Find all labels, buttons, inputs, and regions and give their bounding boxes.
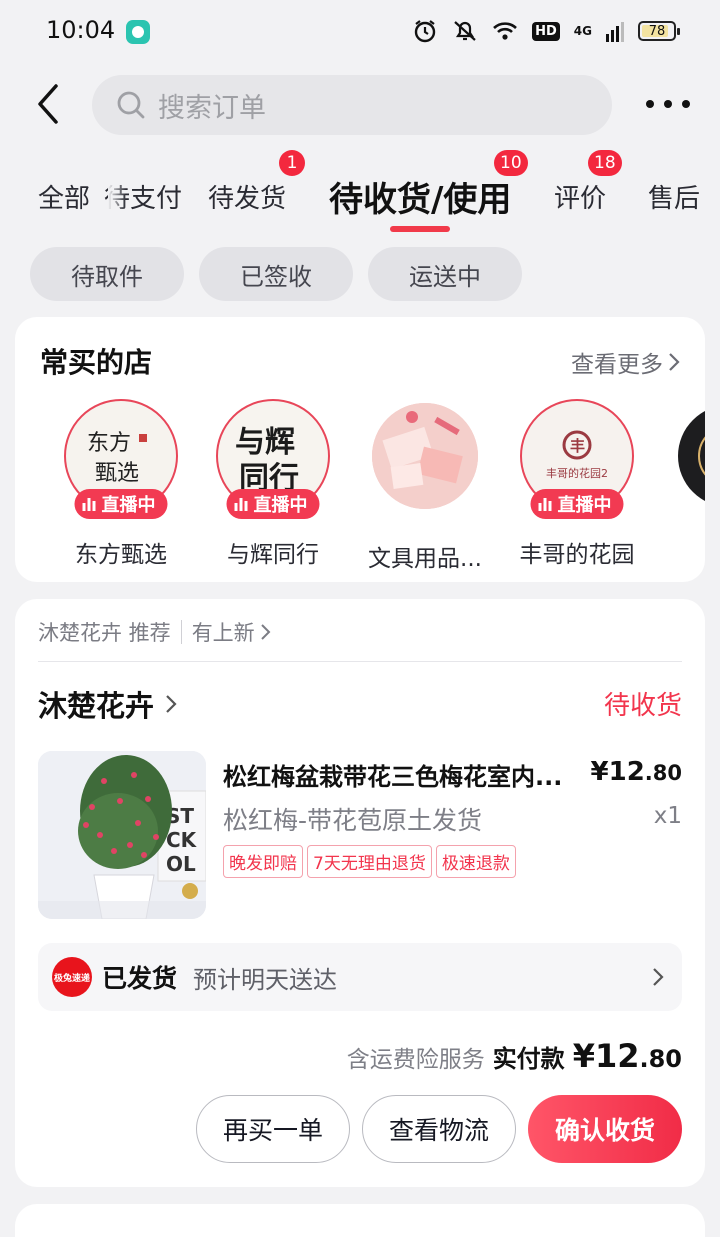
mute-icon: [454, 21, 476, 41]
active-tab-indicator: [390, 226, 450, 232]
more-options-icon[interactable]: [646, 94, 690, 114]
shop-name: 文具用品...: [368, 546, 482, 572]
signal-icon: [606, 22, 624, 42]
payment-summary: 含运费险服务 实付款 ¥12.80: [347, 1037, 682, 1075]
paid-label: 实付款: [492, 1045, 565, 1073]
filter-in-transit[interactable]: 运送中: [368, 247, 522, 301]
courier-logo-icon: 极兔速递: [52, 957, 92, 997]
next-order-card: [15, 1204, 705, 1237]
svg-text:CK: CK: [166, 828, 198, 852]
live-badge: 直播中: [74, 489, 168, 519]
hd-icon: HD: [532, 21, 560, 41]
alarm-icon: [414, 20, 436, 43]
order-status: 待收货: [603, 691, 682, 721]
battery-icon: 78: [638, 21, 680, 41]
shop-item[interactable]: 文具用品...: [350, 399, 500, 573]
chevron-right-icon: [260, 624, 271, 640]
shipping-status: 已发货: [102, 964, 178, 993]
tab-pending-receipt[interactable]: 待收货/使用: [329, 172, 511, 221]
service-tag: 晚发即赔: [223, 845, 303, 878]
product-title[interactable]: 松红梅盆栽带花三色梅花室内...: [223, 757, 593, 792]
product-sku: 松红梅-带花苞原土发货: [223, 806, 483, 835]
shop-name: 丰哥的花园: [519, 542, 635, 568]
search-input[interactable]: 搜索订单: [92, 75, 612, 135]
shop-avatar: 丰 丰哥的花园2 直播中: [520, 399, 634, 519]
view-more-link[interactable]: 查看更多: [571, 345, 681, 379]
stationery-image: [372, 403, 478, 509]
divider: [38, 661, 682, 662]
shop-name: 有壹: [654, 541, 705, 575]
live-badge: 直播中: [226, 489, 320, 519]
status-icons: HD 4G 78: [412, 18, 680, 44]
product-price: ¥12.80: [590, 757, 682, 787]
svg-text:东方: 东方: [87, 431, 131, 456]
tab-review[interactable]: 评价: [554, 178, 606, 215]
paid-amount: ¥12.80: [572, 1037, 682, 1075]
status-bar: 10:04 HD 4G 78: [0, 0, 720, 64]
product-quantity: x1: [653, 803, 682, 829]
shop-avatar: 有壹: [672, 405, 705, 519]
plant-image: ST CK OL: [38, 751, 206, 919]
wifi-icon: [493, 22, 518, 40]
store-recommend-line[interactable]: 沐楚花卉 推荐 有上新: [38, 617, 273, 647]
filter-signed[interactable]: 已签收: [199, 247, 353, 301]
chevron-right-icon: [669, 353, 680, 371]
filter-awaiting-pickup[interactable]: 待取件: [30, 247, 184, 301]
shop-avatar: [368, 403, 482, 517]
shop-item[interactable]: 与辉 同行 直播中 与辉同行: [198, 399, 348, 569]
frequent-shops-title: 常买的店: [40, 346, 153, 379]
back-arrow-icon[interactable]: [30, 82, 70, 126]
shop-logo: 东方 甄选: [87, 431, 147, 486]
shop-item[interactable]: 有壹 有壹: [654, 399, 705, 575]
service-tag: 极速退款: [435, 845, 516, 878]
live-badge: 直播中: [530, 489, 624, 519]
shop-logo: 有壹: [698, 436, 705, 476]
rebuy-button[interactable]: 再买一单: [196, 1095, 350, 1163]
store-name-link[interactable]: 沐楚花卉: [38, 683, 178, 725]
tab-badge-review: 18: [588, 150, 622, 176]
network-icon: 4G: [573, 24, 592, 38]
svg-text:丰: 丰: [570, 437, 585, 455]
tab-after-sales[interactable]: 售后: [648, 178, 700, 215]
shipping-insurance-note: 含运费险服务: [346, 1047, 485, 1073]
shop-item[interactable]: 丰 丰哥的花园2 直播中 丰哥的花园: [502, 399, 652, 569]
search-placeholder: 搜索订单: [158, 92, 266, 124]
delivery-eta: 预计明天送达: [193, 965, 338, 994]
status-time: 10:04: [46, 16, 116, 44]
svg-text:丰哥的花园2: 丰哥的花园2: [546, 466, 608, 480]
svg-text:OL: OL: [166, 852, 196, 876]
shop-item[interactable]: 东方 甄选 直播中 东方甄选: [46, 399, 196, 569]
chevron-right-icon: [166, 695, 177, 713]
service-tag: 7天无理由退货: [307, 845, 432, 878]
service-tags: 晚发即赔 7天无理由退货 极速退款: [223, 845, 516, 878]
store-recommend-text: 沐楚花卉 推荐: [38, 621, 171, 645]
confirm-receipt-button[interactable]: 确认收货: [528, 1095, 682, 1163]
shop-avatar: 东方 甄选 直播中: [64, 399, 178, 519]
shop-name: 东方甄选: [75, 542, 167, 568]
frequent-shops-card: 常买的店 查看更多 东方 甄选 直播中 东方甄选 与辉 同行 直播中 与辉同行 …: [15, 317, 705, 582]
app-notification-icon: [126, 20, 150, 44]
tab-pending-shipment[interactable]: 待发货: [208, 178, 286, 215]
shop-logo: 丰 丰哥的花园2: [546, 430, 608, 480]
tab-badge-pending-shipment: 1: [279, 150, 305, 176]
shipping-status-bar[interactable]: 极兔速递 已发货 预计明天送达: [38, 943, 682, 1011]
svg-text:甄选: 甄选: [95, 461, 139, 486]
order-status-tabs: 全部 待支付 待发货 1 待收货/使用 10 评价 18 售后: [0, 150, 720, 236]
battery-level: 78: [648, 23, 666, 39]
store-name: 沐楚花卉: [38, 689, 155, 723]
chevron-right-icon: [653, 968, 664, 986]
tab-badge-pending-receipt: 10: [494, 150, 528, 176]
shop-avatar: 与辉 同行 直播中: [216, 399, 330, 519]
tab-all[interactable]: 全部: [38, 178, 90, 215]
shop-name: 与辉同行: [227, 542, 319, 568]
product-image[interactable]: ST CK OL: [38, 751, 206, 919]
search-icon: [117, 91, 145, 119]
view-more-label: 查看更多: [571, 352, 663, 378]
order-card: 沐楚花卉 推荐 有上新 沐楚花卉 待收货 ST CK OL 松红梅盆栽带花三色梅…: [15, 599, 705, 1187]
view-logistics-button[interactable]: 查看物流: [362, 1095, 516, 1163]
new-arrivals-link[interactable]: 有上新: [192, 617, 255, 647]
svg-text:与辉: 与辉: [235, 425, 295, 460]
